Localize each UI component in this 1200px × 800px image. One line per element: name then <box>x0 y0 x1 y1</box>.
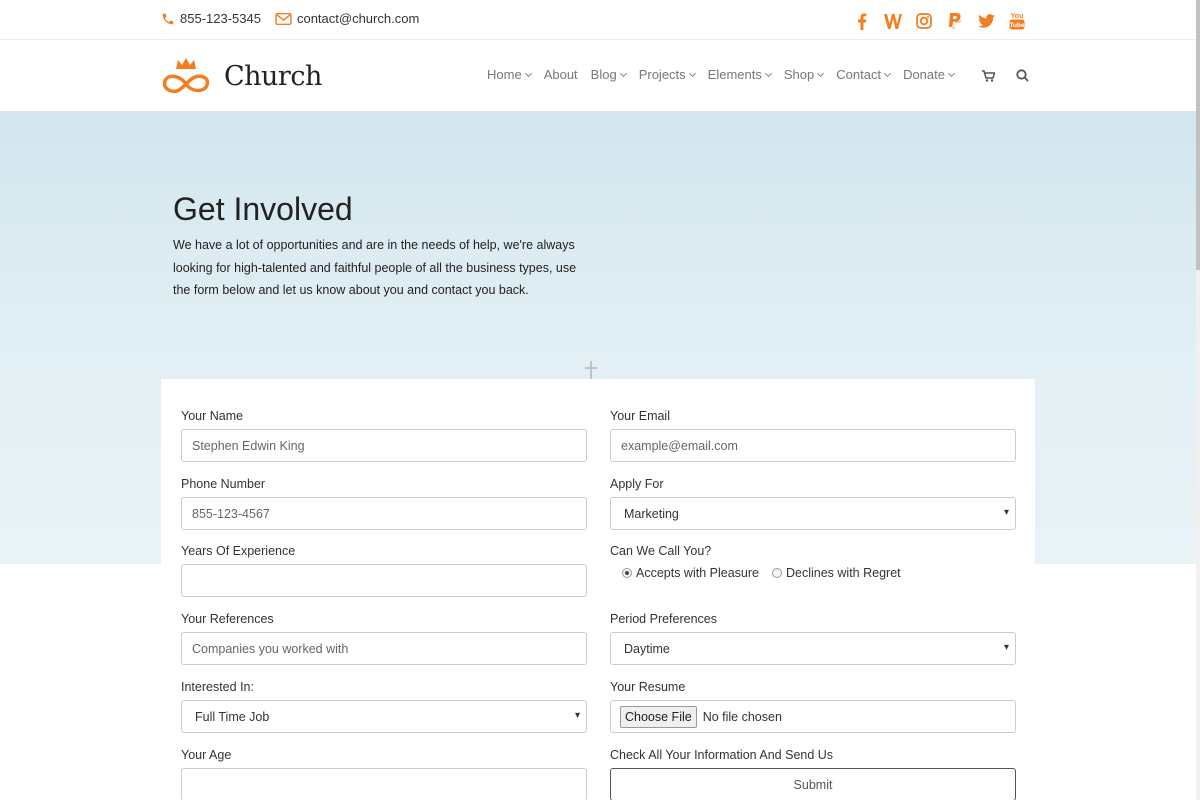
w-icon[interactable] <box>882 10 904 32</box>
period-group: Period Preferences Daytime <box>610 612 1016 665</box>
email-address: contact@church.com <box>296 11 420 26</box>
callback-label: Can We Call You? <box>610 544 712 558</box>
chevron-down-icon <box>817 69 825 77</box>
menu-item-donate[interactable]: Donate <box>903 67 956 82</box>
contact-info: 855-123-5345 contact@church.com <box>161 11 429 26</box>
facebook-icon[interactable] <box>851 10 873 32</box>
menu-item-blog[interactable]: Blog <box>590 67 627 82</box>
svg-text:You: You <box>1011 13 1024 20</box>
experience-group: Years Of Experience <box>181 544 587 597</box>
references-input[interactable]: Companies you worked with <box>181 632 587 665</box>
menu-item-label: Shop <box>783 67 815 82</box>
radio-decline-label: Declines with Regret <box>785 566 901 580</box>
email-label: Your Email <box>610 409 670 423</box>
name-input[interactable]: Stephen Edwin King <box>181 429 587 462</box>
phone-group: Phone Number 855-123-4567 <box>181 477 587 530</box>
youtube-icon[interactable]: You Tube <box>1006 10 1028 32</box>
hero-description: We have a lot of opportunities and are i… <box>173 238 577 297</box>
menu-item-label: Home <box>487 67 522 82</box>
radio-accept-label: Accepts with Pleasure <box>636 566 759 580</box>
twitter-icon[interactable] <box>975 10 997 32</box>
search-button[interactable] <box>1016 69 1029 87</box>
interested-select[interactable]: Full Time Job <box>181 700 587 733</box>
main-navbar: Church Home About Blog Projects Elements… <box>0 40 1196 111</box>
email-group: Your Email example@email.com <box>610 409 1016 462</box>
logo-text: Church <box>224 60 322 92</box>
resume-file-input: Choose File No file chosen <box>610 700 1016 733</box>
phone-link[interactable]: 855-123-5345 <box>161 11 261 26</box>
menu-item-shop[interactable]: Shop <box>783 67 825 82</box>
resume-group: Your Resume Choose File No file chosen <box>610 680 1016 733</box>
menu-item-elements[interactable]: Elements <box>707 67 772 82</box>
radio-accept[interactable]: Accepts with Pleasure <box>622 566 759 580</box>
chevron-down-icon <box>688 69 696 77</box>
radio-checked-icon <box>622 568 632 578</box>
interested-group: Interested In: Full Time Job <box>181 680 587 733</box>
age-label: Your Age <box>181 748 232 762</box>
menu-item-label: About <box>543 67 578 82</box>
svg-text:Tube: Tube <box>1009 22 1024 29</box>
phone-input[interactable]: 855-123-4567 <box>181 497 587 530</box>
menu-item-projects[interactable]: Projects <box>638 67 696 82</box>
site-logo[interactable]: Church <box>160 55 322 97</box>
phone-label: Phone Number <box>181 477 266 491</box>
page-title: Get Involved <box>173 191 353 227</box>
cross-icon <box>585 361 597 381</box>
cart-button[interactable] <box>982 69 996 87</box>
apply-group: Apply For Marketing <box>610 477 1016 530</box>
page-scrollbar[interactable] <box>1196 0 1200 800</box>
menu-item-home[interactable]: Home <box>487 67 532 82</box>
menu-item-label: Donate <box>903 67 945 82</box>
top-bar: 855-123-5345 contact@church.com You Tube <box>0 0 1196 40</box>
phone-number: 855-123-5345 <box>180 11 261 26</box>
send-group: Check All Your Information And Send Us S… <box>610 748 1016 800</box>
scrollbar-thumb[interactable] <box>1196 0 1200 270</box>
choose-file-button[interactable]: Choose File <box>620 705 697 728</box>
crown-infinity-icon <box>162 58 210 94</box>
name-label: Your Name <box>181 409 244 423</box>
application-form: Your Name Stephen Edwin King Your Email … <box>161 379 1035 800</box>
radio-decline[interactable]: Declines with Regret <box>771 566 901 580</box>
age-group: Your Age <box>181 748 587 800</box>
submit-button[interactable]: Submit <box>610 768 1016 800</box>
menu-item-label: Blog <box>590 67 617 82</box>
apply-label: Apply For <box>610 477 664 491</box>
chevron-down-icon <box>524 69 532 77</box>
social-links: You Tube <box>842 10 1028 32</box>
phone-icon <box>162 13 174 24</box>
search-icon <box>1016 69 1029 82</box>
period-label: Period Preferences <box>610 612 718 626</box>
interested-label: Interested In: <box>181 680 254 694</box>
email-link[interactable]: contact@church.com <box>275 11 419 26</box>
chevron-down-icon <box>884 69 892 77</box>
file-status: No file chosen <box>702 709 782 724</box>
experience-input[interactable] <box>181 564 587 597</box>
menu-item-label: Elements <box>707 67 762 82</box>
menu-item-about[interactable]: About <box>544 67 578 82</box>
menu-item-label: Contact <box>836 67 882 82</box>
cart-icon <box>982 70 996 82</box>
references-group: Your References Companies you worked wit… <box>181 612 587 665</box>
chevron-down-icon <box>619 69 627 77</box>
radio-unchecked-icon <box>771 568 782 578</box>
callback-radios: Accepts with Pleasure Declines with Regr… <box>610 566 914 580</box>
period-select[interactable]: Daytime <box>610 632 1016 665</box>
menu-item-label: Projects <box>638 67 686 82</box>
resume-label: Your Resume <box>610 680 686 694</box>
experience-label: Years Of Experience <box>181 544 296 558</box>
envelope-icon <box>275 12 292 25</box>
chevron-down-icon <box>764 69 772 77</box>
name-group: Your Name Stephen Edwin King <box>181 409 587 462</box>
paypal-icon[interactable] <box>944 10 966 32</box>
apply-select[interactable]: Marketing <box>610 497 1016 530</box>
instagram-icon[interactable] <box>913 10 935 32</box>
send-label: Check All Your Information And Send Us <box>610 748 834 762</box>
email-input[interactable]: example@email.com <box>610 429 1016 462</box>
menu-item-contact[interactable]: Contact <box>836 67 892 82</box>
main-menu: Home About Blog Projects Elements Shop C… <box>487 67 967 82</box>
chevron-down-icon <box>947 69 956 77</box>
age-input[interactable] <box>181 768 587 800</box>
callback-group: Can We Call You? Accepts with Pleasure D… <box>610 544 914 580</box>
references-label: Your References <box>181 612 274 626</box>
